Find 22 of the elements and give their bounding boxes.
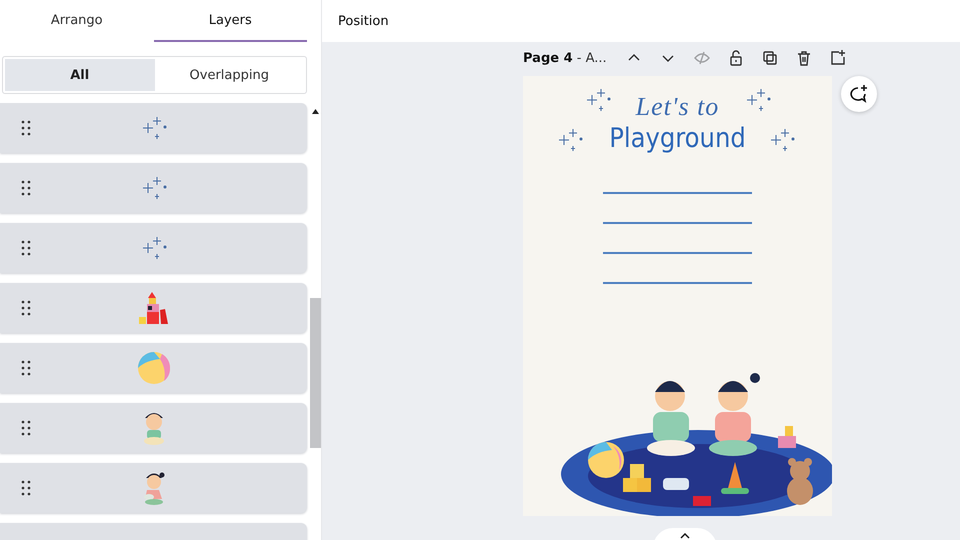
drag-handle-icon[interactable] [21, 300, 31, 316]
add-comment-button[interactable] [841, 76, 877, 112]
chevron-up-icon [680, 533, 690, 539]
panel-tab[interactable]: Layers [154, 0, 307, 42]
script-heading: Let's to [636, 94, 720, 120]
drag-handle-icon[interactable] [21, 240, 31, 256]
comment-add-icon [849, 84, 869, 104]
drag-handle-icon[interactable] [21, 180, 31, 196]
scrollbar-thumb[interactable] [310, 298, 320, 448]
page-title[interactable]: Page 4 - A... [523, 50, 607, 66]
add-page-icon[interactable] [828, 49, 847, 67]
scroll-up-icon[interactable] [312, 109, 318, 114]
drag-handle-icon[interactable] [21, 120, 31, 136]
beach-ball-icon [136, 350, 172, 386]
duplicate-icon[interactable] [760, 49, 779, 67]
drag-handle-icon[interactable] [21, 360, 31, 376]
filter-toggle[interactable]: All [5, 59, 154, 91]
toolbar-title[interactable]: Position [338, 14, 389, 28]
panel-tab[interactable]: Arrango [0, 0, 154, 42]
page-heading: Playground [609, 124, 746, 154]
drag-handle-icon[interactable] [21, 420, 31, 436]
drag-handle-icon[interactable] [21, 480, 31, 496]
